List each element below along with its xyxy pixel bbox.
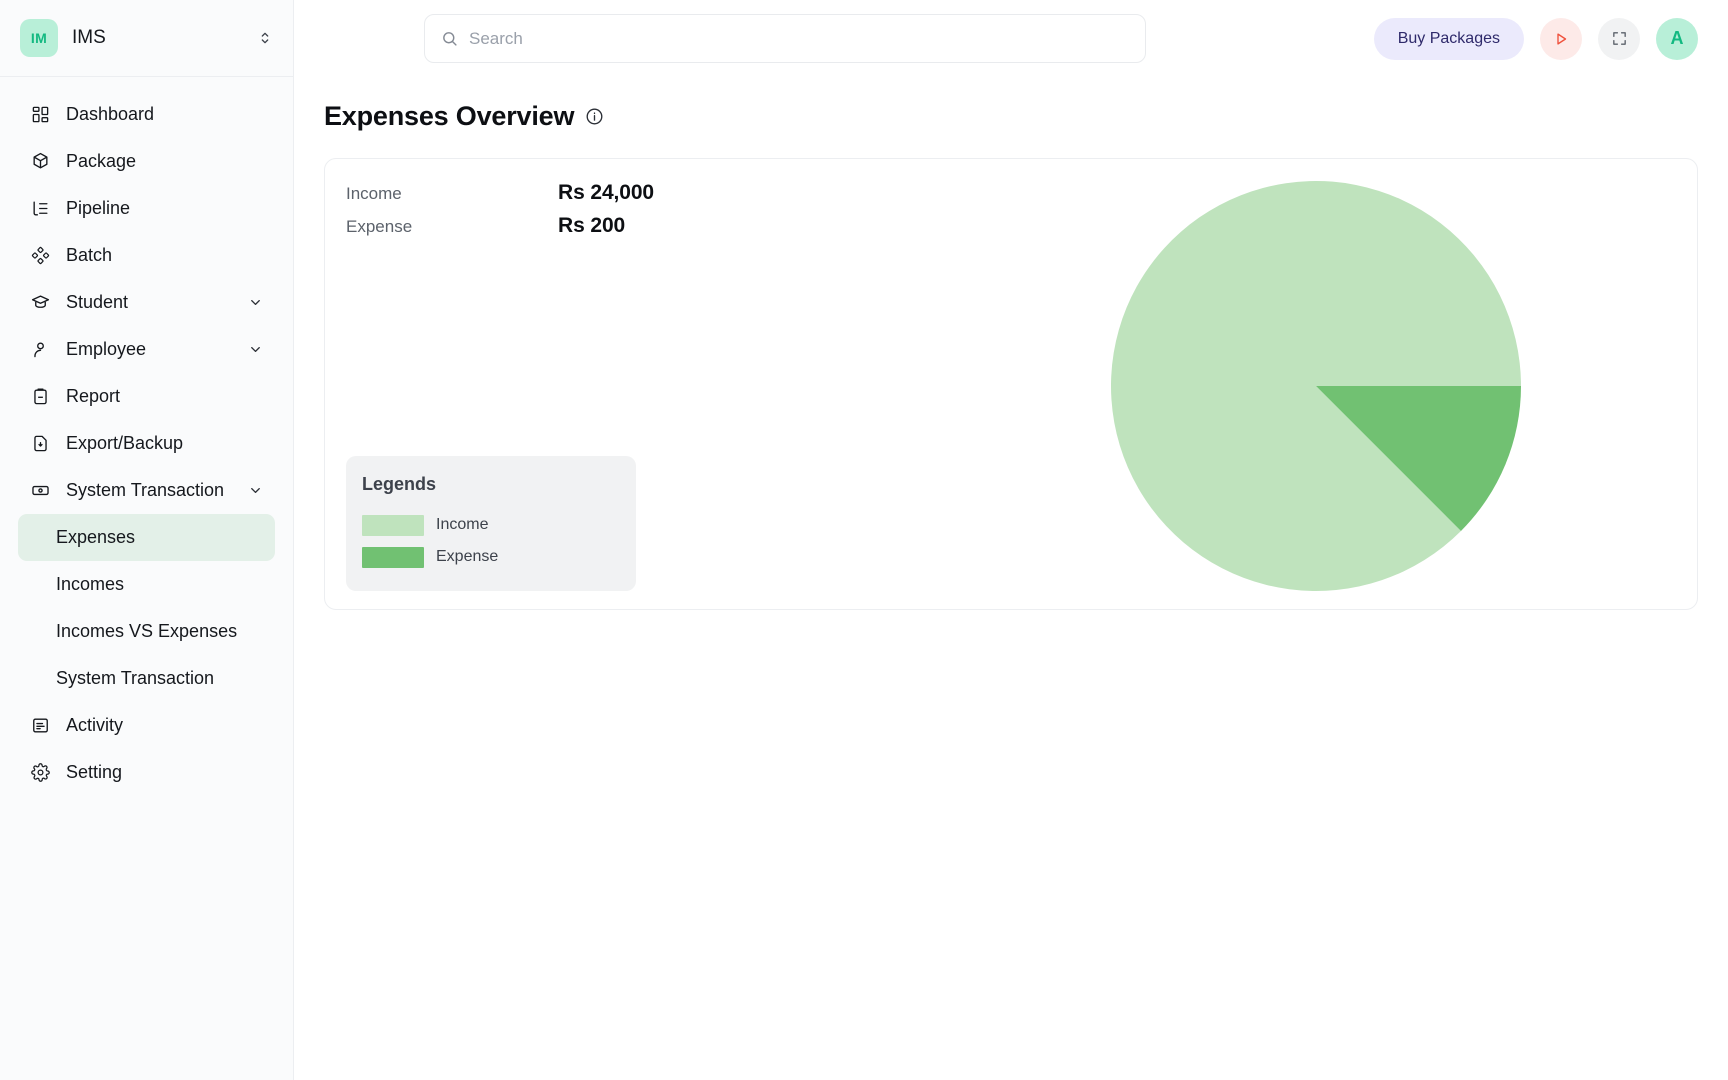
sidebar-item-label: Activity xyxy=(66,715,124,735)
legend-item-income[interactable]: Income xyxy=(362,509,618,541)
stats-list: Income Rs 24,000 Expense Rs 200 xyxy=(346,181,706,247)
legend-label: Expense xyxy=(436,548,499,565)
batch-icon xyxy=(30,246,50,266)
brand-badge: IM xyxy=(20,19,58,57)
sidebar-item-label: Dashboard xyxy=(66,104,155,124)
buy-packages-button[interactable]: Buy Packages xyxy=(1373,17,1524,60)
topbar-actions: Buy Packages A xyxy=(1373,17,1698,60)
sidebar-subitem-system-transaction[interactable]: System Transaction xyxy=(18,655,275,702)
play-button[interactable] xyxy=(1540,17,1582,60)
sidebar-item-employee[interactable]: Employee xyxy=(18,326,275,373)
page-title-row: Expenses Overview xyxy=(324,101,1698,132)
sidebar-item-package[interactable]: Package xyxy=(18,138,275,185)
search-icon xyxy=(441,30,458,47)
fullscreen-button[interactable] xyxy=(1598,17,1640,60)
sidebar-item-label: Employee xyxy=(66,339,147,359)
sidebar-item-student[interactable]: Student xyxy=(18,279,275,326)
sidebar-item-label: System Transaction xyxy=(66,480,225,500)
legend-swatch xyxy=(362,514,424,536)
activity-log-icon xyxy=(30,716,50,736)
search-box[interactable] xyxy=(424,14,1146,63)
info-circle-icon[interactable] xyxy=(585,107,604,126)
sidebar-item-activity[interactable]: Activity xyxy=(18,702,275,749)
sidebar-item-report[interactable]: Report xyxy=(18,373,275,420)
gear-icon xyxy=(30,763,50,783)
user-icon xyxy=(30,340,50,360)
sidebar-subitem-incomes[interactable]: Incomes xyxy=(18,561,275,608)
stat-value: Rs 200 xyxy=(558,214,626,237)
stat-row-income: Income Rs 24,000 xyxy=(346,181,706,214)
file-download-icon xyxy=(30,434,50,454)
stat-row-expense: Expense Rs 200 xyxy=(346,214,706,247)
sidebar-item-system-transaction[interactable]: System Transaction xyxy=(18,467,275,514)
page-content: Expenses Overview Income Rs 24,000 Expen… xyxy=(294,77,1728,1080)
sidebar-item-label: Export/Backup xyxy=(66,433,184,453)
banknote-icon xyxy=(30,481,50,501)
sidebar-item-setting[interactable]: Setting xyxy=(18,749,275,796)
main-area: Buy Packages A Expenses Overview xyxy=(294,0,1728,1080)
sidebar-item-label: Package xyxy=(66,151,137,171)
stat-label: Income xyxy=(346,184,402,203)
sidebar-item-label: Report xyxy=(66,386,121,406)
play-icon xyxy=(1552,30,1570,48)
legend-swatch xyxy=(362,546,424,568)
chevron-up-down-icon[interactable] xyxy=(257,30,273,46)
sidebar: IM IMS Dashboard Package Pipeline Batch … xyxy=(0,0,294,1080)
expenses-pie-chart[interactable] xyxy=(1111,180,1521,591)
legend-item-expense[interactable]: Expense xyxy=(362,541,618,573)
sidebar-item-dashboard[interactable]: Dashboard xyxy=(18,91,275,138)
clipboard-icon xyxy=(30,387,50,407)
chevron-down-icon[interactable] xyxy=(247,483,263,499)
legend-label: Income xyxy=(436,516,489,533)
package-icon xyxy=(30,152,50,172)
stat-value: Rs 24,000 xyxy=(558,181,655,204)
avatar[interactable]: A xyxy=(1656,17,1698,60)
search-input[interactable] xyxy=(469,28,1129,49)
sidebar-nav: Dashboard Package Pipeline Batch Student… xyxy=(0,77,293,1080)
sidebar-item-pipeline[interactable]: Pipeline xyxy=(18,185,275,232)
grid-icon xyxy=(30,105,50,125)
pie-svg xyxy=(1111,180,1521,591)
stat-label: Expense xyxy=(346,217,413,236)
chevron-down-icon[interactable] xyxy=(247,295,263,311)
expenses-overview-card: Income Rs 24,000 Expense Rs 200 Legends … xyxy=(324,158,1698,610)
chevron-down-icon[interactable] xyxy=(247,342,263,358)
sidebar-item-export-backup[interactable]: Export/Backup xyxy=(18,420,275,467)
fullscreen-icon xyxy=(1611,30,1628,47)
topbar: Buy Packages A xyxy=(294,0,1728,77)
app-root: IM IMS Dashboard Package Pipeline Batch … xyxy=(0,0,1728,1080)
legend-title: Legends xyxy=(362,474,437,494)
brand-name: IMS xyxy=(72,27,106,48)
sidebar-item-label: Pipeline xyxy=(66,198,131,218)
chart-legend: Legends Income Expense xyxy=(346,456,636,591)
graduation-icon xyxy=(30,293,50,313)
page-title: Expenses Overview xyxy=(324,101,575,131)
sidebar-item-batch[interactable]: Batch xyxy=(18,232,275,279)
brand-switcher[interactable]: IM IMS xyxy=(0,0,293,77)
sidebar-item-label: Setting xyxy=(66,762,123,782)
pipeline-icon xyxy=(30,199,50,219)
sidebar-subitem-incomes-vs-expenses[interactable]: Incomes VS Expenses xyxy=(18,608,275,655)
sidebar-item-label: Student xyxy=(66,292,129,312)
sidebar-item-label: Batch xyxy=(66,245,113,265)
sidebar-subitem-expenses[interactable]: Expenses xyxy=(18,514,275,561)
